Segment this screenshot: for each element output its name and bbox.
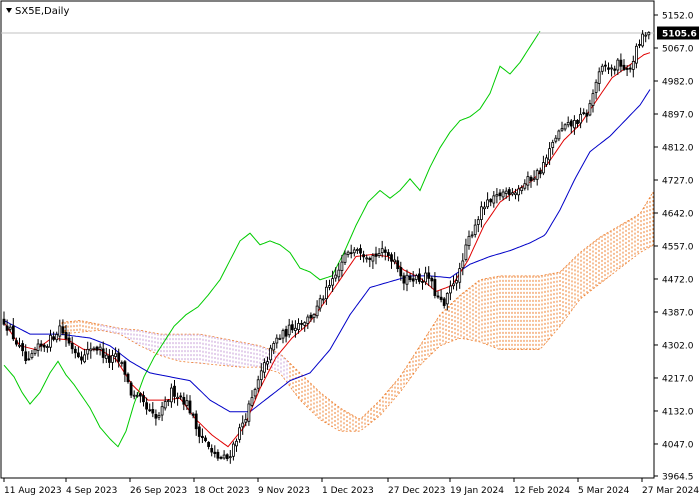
x-tick-label: 26 Sep 2023 <box>130 486 187 496</box>
x-tick-label: 5 Mar 2024 <box>578 486 630 496</box>
y-tick-label: 4897.0 <box>662 110 694 120</box>
x-tick-label: 1 Dec 2023 <box>322 486 374 496</box>
y-tick-label: 4557.0 <box>662 242 694 252</box>
x-tick-label: 18 Oct 2023 <box>194 486 250 496</box>
y-tick-label: 4472.0 <box>662 275 694 285</box>
price-candle <box>129 381 133 399</box>
y-tick-label: 4302.0 <box>662 341 694 351</box>
y-tick-label: 5152.0 <box>662 12 694 22</box>
y-tick-label: 4132.0 <box>662 407 694 417</box>
y-tick-label: 4217.0 <box>662 374 694 384</box>
x-tick-label: 12 Feb 2024 <box>514 486 570 496</box>
x-tick-label: 27 Mar 2024 <box>642 486 699 496</box>
chart-title: SX5E,Daily <box>15 6 69 17</box>
ichimoku-chart: 5152.0 5067.0 4982.0 4897.0 4812.0 4727.0 4642… <box>0 0 700 500</box>
y-tick-label: 3964.5 <box>662 473 694 483</box>
y-tick-label: 5067.0 <box>662 44 694 54</box>
y-tick-label: 4812.0 <box>662 143 694 153</box>
price-candle <box>126 372 130 384</box>
last-price-badge: 5105.6 <box>657 26 699 40</box>
y-tick-label: 4387.0 <box>662 308 694 318</box>
y-tick-label: 4982.0 <box>662 77 694 87</box>
y-tick-label: 4642.0 <box>662 209 694 219</box>
svg-text:5105.6: 5105.6 <box>662 30 697 40</box>
x-tick-label: 27 Dec 2023 <box>388 486 446 496</box>
x-tick-label: 19 Jan 2024 <box>450 486 504 496</box>
x-tick-label: 11 Aug 2023 <box>4 486 62 496</box>
chart-window: 5152.0 5067.0 4982.0 4897.0 4812.0 4727.0 4642… <box>0 0 700 500</box>
y-tick-label: 4727.0 <box>662 176 694 186</box>
x-tick-label: 4 Sep 2023 <box>66 486 117 496</box>
x-tick-label: 9 Nov 2023 <box>258 486 310 496</box>
y-tick-label: 4047.0 <box>662 440 694 450</box>
